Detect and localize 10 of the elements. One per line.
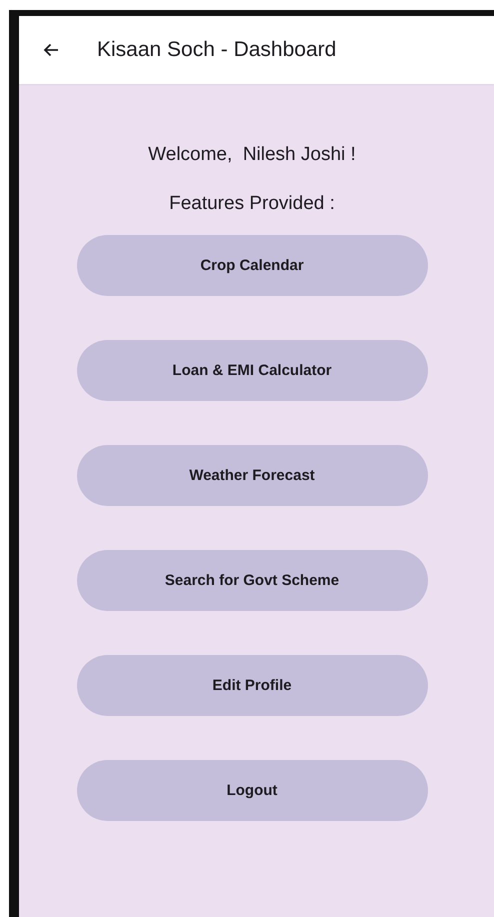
feature-button[interactable]: Logout	[76, 760, 428, 821]
back-arrow-icon	[43, 42, 59, 58]
feature-button[interactable]: Edit Profile	[76, 655, 428, 716]
screen-title: Kisaan Soch - Dashboard	[97, 38, 336, 62]
feature-button[interactable]: Loan & EMI Calculator	[76, 340, 428, 401]
features-heading: Features Provided :	[169, 193, 335, 215]
feature-button[interactable]: Weather Forecast	[76, 445, 428, 506]
welcome-message: Welcome, Nilesh Joshi !	[148, 144, 356, 166]
feature-button[interactable]: Crop Calendar	[76, 235, 428, 296]
feature-button[interactable]: Search for Govt Scheme	[76, 550, 428, 611]
